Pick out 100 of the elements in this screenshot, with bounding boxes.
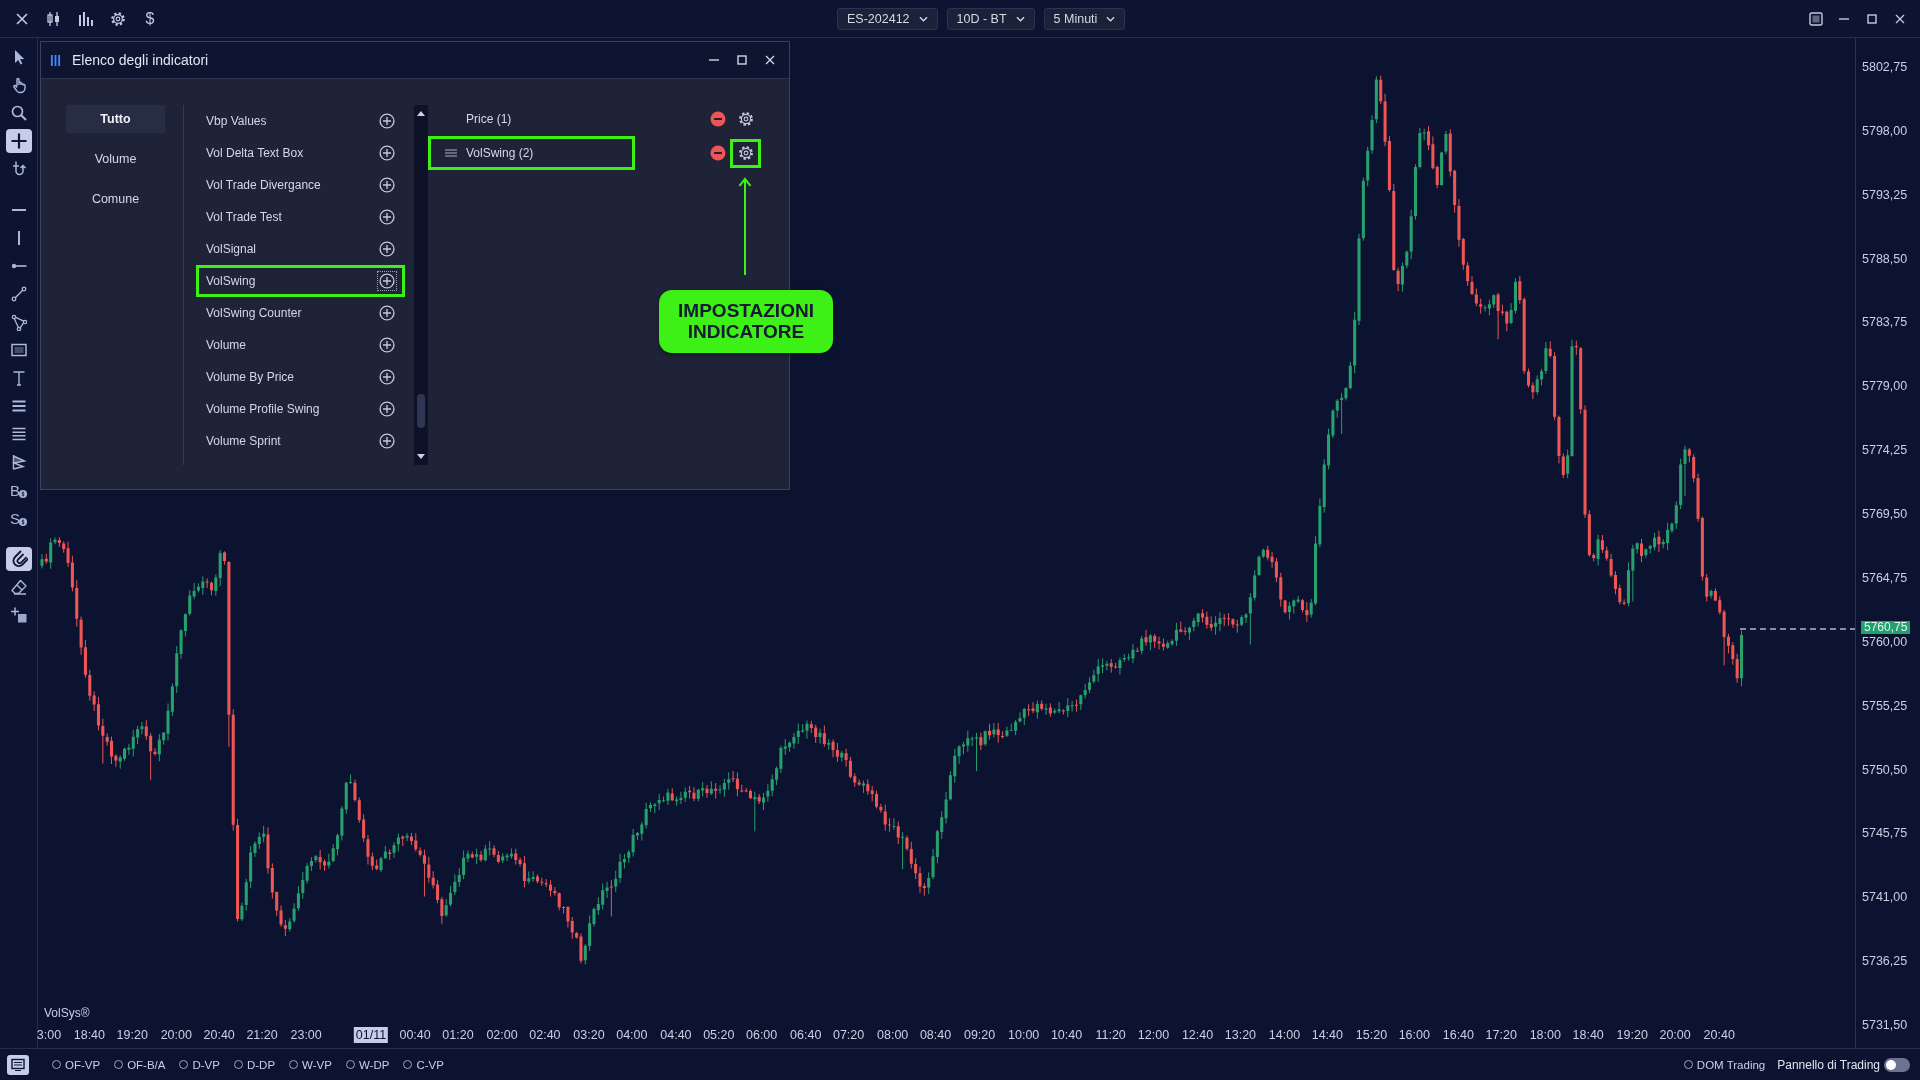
add-button[interactable]: [377, 207, 397, 227]
tool-button[interactable]: B: [5, 478, 32, 502]
tool-button[interactable]: [5, 547, 32, 571]
indicator-list-item[interactable]: Vol Trade Divergance: [196, 169, 405, 201]
scroll-up-arrow-icon[interactable]: [417, 111, 425, 116]
selector-dropdown[interactable]: ES-202412: [837, 7, 938, 30]
study-radio[interactable]: D-VP: [179, 1058, 220, 1071]
trading-panel-label: Pannello di Trading: [1777, 1057, 1880, 1072]
selector-dropdown[interactable]: 10D - BT: [946, 7, 1035, 30]
indicator-list-item[interactable]: Volume By Price: [196, 361, 405, 393]
remove-button[interactable]: [710, 145, 726, 161]
time-axis-label: 16:00: [1397, 1027, 1431, 1043]
add-button[interactable]: [377, 431, 397, 451]
study-radio[interactable]: C-VP: [403, 1058, 444, 1071]
add-button[interactable]: [377, 175, 397, 195]
time-axis-label: 08:40: [918, 1027, 953, 1043]
active-indicator-item[interactable]: Price (1): [428, 102, 635, 136]
coin-icon: [19, 517, 27, 526]
indicator-list-item[interactable]: VolSignal: [196, 233, 405, 265]
study-radio[interactable]: W-VP: [289, 1058, 332, 1071]
category-tab[interactable]: Tutto: [66, 105, 165, 133]
maximize-icon: [1867, 13, 1877, 24]
time-axis-label: 10:00: [1007, 1027, 1041, 1043]
trend-line-icon: [9, 285, 28, 303]
console-button[interactable]: [7, 1054, 29, 1075]
price-axis-label: 5788,50: [1862, 251, 1908, 266]
category-tab[interactable]: Comune: [66, 185, 165, 213]
time-axis-label: 18:40: [1571, 1027, 1605, 1043]
indicator-list-item[interactable]: Volume Profile Swing: [196, 393, 405, 425]
bar-chart-icon: [78, 10, 94, 27]
monitor-icon: [11, 1057, 25, 1072]
price-axis-label: 5774,25: [1862, 443, 1908, 458]
dom-trading-radio[interactable]: DOM Trading: [1683, 1058, 1766, 1071]
category-tab[interactable]: Volume: [66, 145, 165, 173]
study-radio[interactable]: D-DP: [233, 1058, 276, 1071]
minus-circle-icon: [710, 111, 726, 127]
price-axis-label: 5764,75: [1862, 570, 1908, 585]
currency-button[interactable]: $: [138, 6, 162, 31]
price-axis-label: 5769,50: [1862, 507, 1908, 522]
price-axis-label: 5783,75: [1862, 315, 1908, 330]
settings-icon: [737, 111, 754, 127]
scroll-down-arrow-icon[interactable]: [417, 454, 425, 459]
study-radio[interactable]: OF-VP: [52, 1058, 101, 1071]
add-button[interactable]: [377, 271, 397, 291]
maximize-icon: [737, 55, 747, 65]
study-radio[interactable]: W-DP: [345, 1058, 390, 1071]
time-axis-label: 08:00: [876, 1027, 910, 1043]
chevron-down-icon: [1106, 15, 1116, 22]
add-button[interactable]: [377, 367, 397, 387]
price-axis-label: 5798,00: [1862, 123, 1908, 138]
annotation-callout: IMPOSTAZIONI INDICATORE: [659, 290, 833, 353]
indicator-list-item[interactable]: Vol Delta Text Box: [196, 137, 405, 169]
time-axis-label: 14:40: [1310, 1027, 1344, 1043]
close-icon: [16, 12, 28, 25]
time-axis-label: 11:20: [1094, 1027, 1127, 1043]
scrollbar-thumb[interactable]: [417, 394, 425, 428]
time-axis-label: 12:40: [1180, 1027, 1215, 1043]
time-axis-label: 07:20: [831, 1027, 866, 1043]
indicator-list-item[interactable]: Vol Trade Test: [196, 201, 405, 233]
time-axis-label: 23:00: [289, 1027, 323, 1043]
time-axis-label: 06:00: [745, 1027, 779, 1043]
time-axis-label: 18:40: [72, 1027, 106, 1043]
indicator-list-item[interactable]: Volume: [196, 329, 405, 361]
active-indicator-item[interactable]: VolSwing (2): [428, 136, 635, 170]
add-icon: [379, 113, 395, 129]
indicator-settings-button[interactable]: [730, 138, 761, 168]
price-axis-label: 5736,25: [1862, 954, 1908, 969]
indicator-list-item[interactable]: Volume Sprint: [196, 425, 405, 457]
add-button[interactable]: [377, 111, 397, 131]
time-axis-label: 20:00: [159, 1027, 193, 1043]
add-icon: [379, 305, 395, 321]
indicator-list-item[interactable]: VolSwing: [196, 265, 405, 297]
study-radio[interactable]: OF-B/A: [114, 1058, 166, 1071]
remove-button[interactable]: [710, 111, 726, 127]
candlestick-icon: [46, 10, 62, 27]
add-button[interactable]: [377, 143, 397, 163]
time-axis-label: 03:20: [572, 1027, 606, 1043]
minimize-icon: [1839, 17, 1849, 20]
brand-label: VolSys®: [44, 1006, 90, 1020]
tool-button[interactable]: [5, 129, 32, 153]
scrollbar[interactable]: [414, 105, 428, 465]
tool-button[interactable]: S: [5, 506, 32, 530]
add-button[interactable]: [377, 399, 397, 419]
time-axis-label: 06:40: [789, 1027, 823, 1043]
time-axis-label: 02:40: [528, 1027, 562, 1043]
trading-panel-toggle[interactable]: [1884, 1057, 1910, 1072]
indicator-list-item[interactable]: VolSwing Counter: [196, 297, 405, 329]
add-button[interactable]: [377, 239, 397, 259]
add-button[interactable]: [377, 303, 397, 323]
indicator-list-item[interactable]: Vbp Values: [196, 105, 405, 137]
selector-dropdown[interactable]: 5 Minuti: [1043, 7, 1126, 30]
time-axis-label: 04:40: [659, 1027, 693, 1043]
time-axis-label: 19:20: [115, 1027, 149, 1043]
close-icon: [1895, 13, 1905, 24]
time-axis-label: 21:20: [245, 1027, 279, 1043]
add-button[interactable]: [377, 335, 397, 355]
vertical-line-icon: [17, 231, 20, 245]
time-axis-label: 00:40: [398, 1027, 432, 1043]
crosshair-icon: [9, 132, 28, 150]
drag-handle-icon[interactable]: [445, 149, 457, 157]
